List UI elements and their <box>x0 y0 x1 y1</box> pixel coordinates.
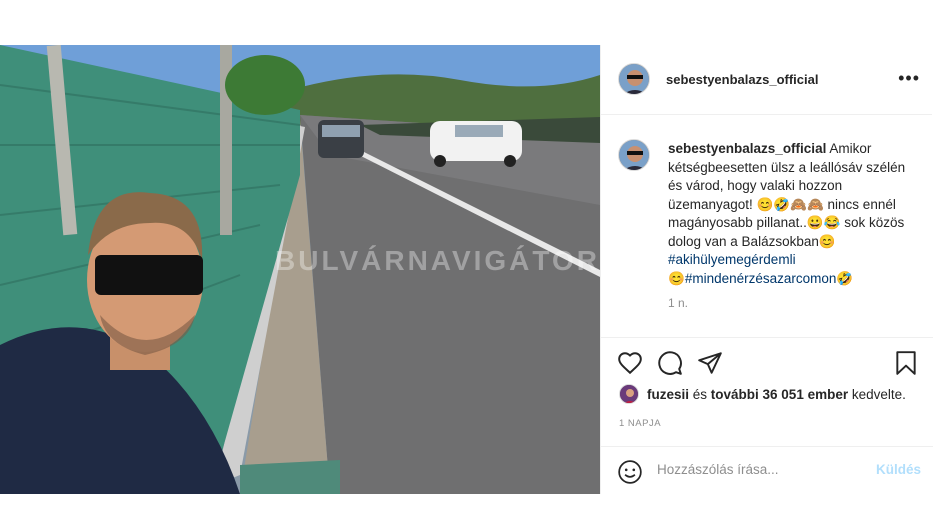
caption-emoji: 🤣 <box>836 270 854 286</box>
comment-box: Küldés <box>601 446 933 495</box>
comment-icon[interactable] <box>657 350 685 378</box>
liker-avatar[interactable] <box>619 384 639 404</box>
likes-suffix: kedvelte. <box>848 386 906 402</box>
caption-author-avatar[interactable] <box>618 139 650 171</box>
bookmark-icon[interactable] <box>893 350 921 378</box>
post-actions: fuzesii és további 36 051 ember kedvelte… <box>601 337 933 494</box>
smiley-icon[interactable] <box>617 459 643 485</box>
likes-text: fuzesii és további 36 051 ember kedvelte… <box>647 387 906 402</box>
post-caption: sebestyenbalazs_official Amikor kétségbe… <box>668 140 918 288</box>
likes-summary: fuzesii és további 36 051 ember kedvelte… <box>619 384 906 404</box>
post-photo[interactable]: BULVÁRNAVIGÁTOR <box>0 45 600 494</box>
likes-count-link[interactable]: további 36 051 ember <box>711 387 848 402</box>
comment-input[interactable] <box>657 462 867 477</box>
author-avatar[interactable] <box>618 63 650 95</box>
author-username[interactable]: sebestyenbalazs_official <box>666 72 818 87</box>
likes-connector: és <box>689 386 711 402</box>
send-comment-button[interactable]: Küldés <box>876 462 921 477</box>
caption-area: sebestyenbalazs_official Amikor kétségbe… <box>601 116 933 336</box>
heart-icon[interactable] <box>617 350 645 378</box>
paper-plane-icon[interactable] <box>697 350 725 378</box>
caption-text: Amikor kétségbeesetten ülsz a leállósáv … <box>668 141 906 249</box>
more-options-icon[interactable]: ••• <box>898 68 920 89</box>
caption-emoji: 😊 <box>668 270 685 286</box>
post-date: 1 NAPJA <box>619 418 662 429</box>
posted-time: 1 n. <box>668 296 689 310</box>
caption-username[interactable]: sebestyenbalazs_official <box>668 141 826 156</box>
post-details-panel: sebestyenbalazs_official ••• sebestyenba… <box>600 45 933 494</box>
watermark: BULVÁRNAVIGÁTOR <box>275 245 600 276</box>
hashtag-link[interactable]: #mindenérzésazarcomon <box>685 271 837 286</box>
post-header: sebestyenbalazs_official ••• <box>601 45 932 115</box>
hashtag-link[interactable]: #akihülyemegérdemli <box>668 252 796 267</box>
liker-username[interactable]: fuzesii <box>647 387 689 402</box>
